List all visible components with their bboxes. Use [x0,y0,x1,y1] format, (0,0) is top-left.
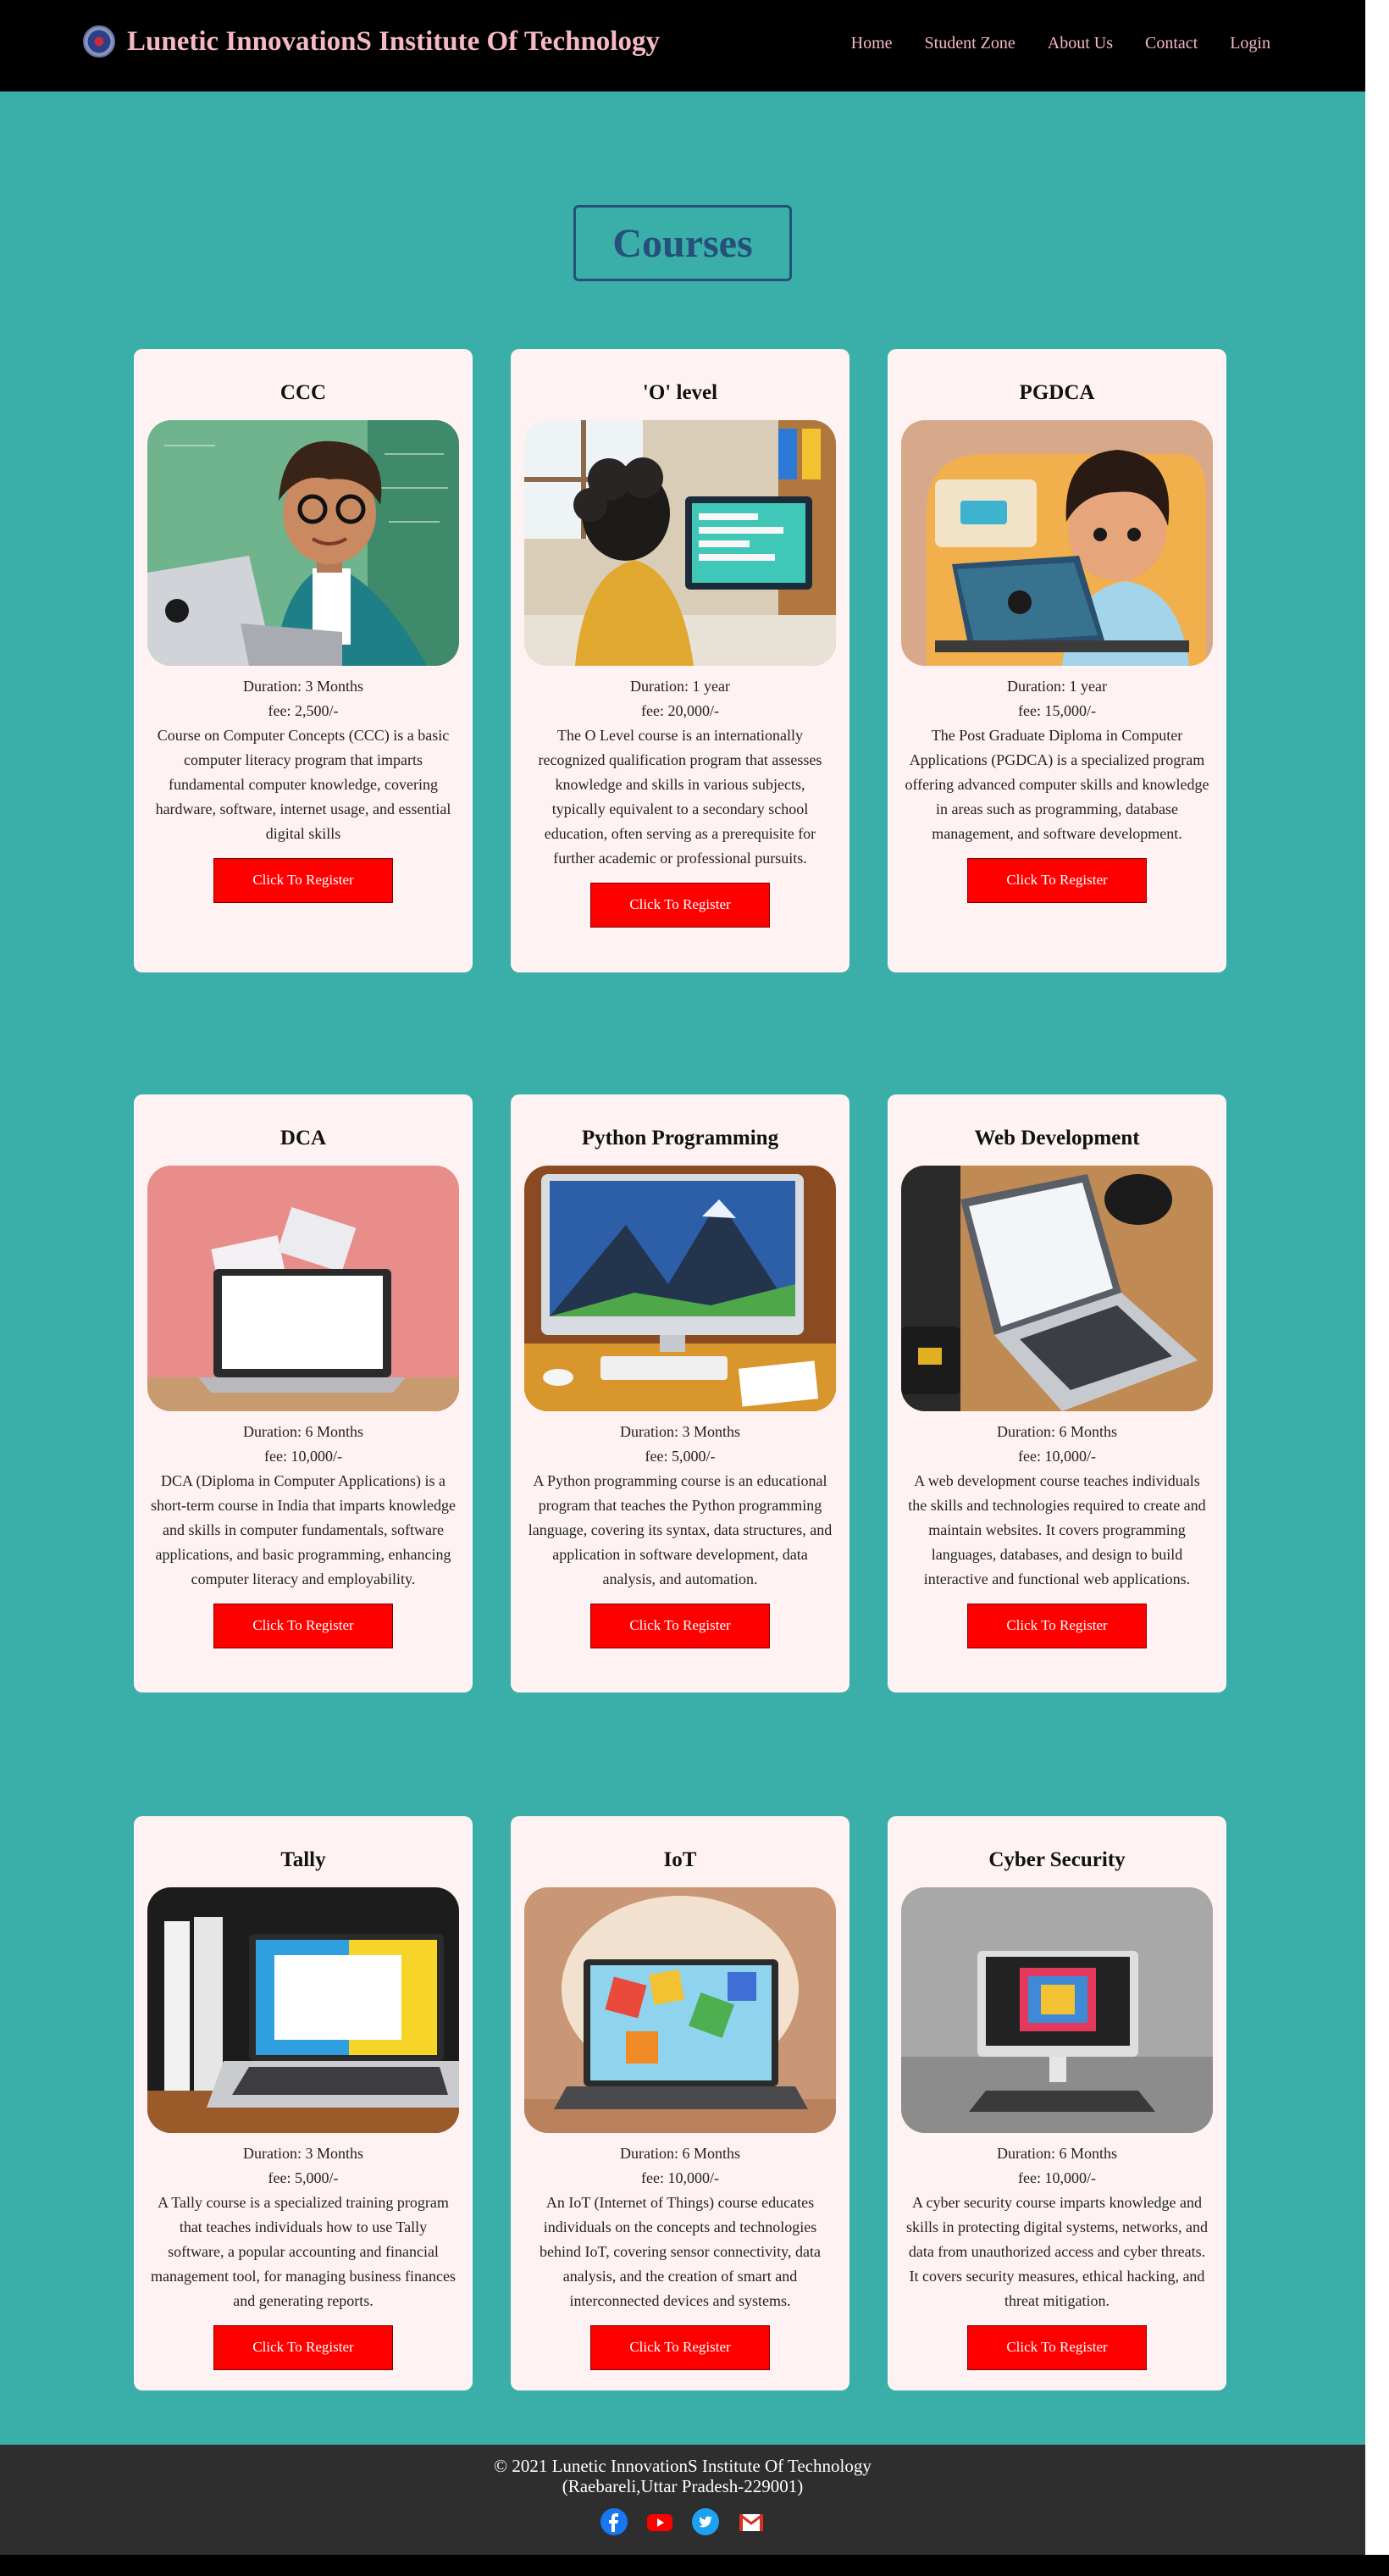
course-image [147,419,459,666]
course-duration: Duration: 6 Months [997,2144,1117,2162]
course-image [524,1886,836,2133]
brand[interactable]: Lunetic InnovationS Institute Of Technol… [83,25,660,58]
youtube-icon[interactable] [646,2508,673,2535]
boy-with-laptop-image [147,419,459,666]
course-fee: fee: 20,000/- [641,701,719,719]
course-duration: Duration: 3 Months [243,677,363,695]
course-card-tally: Tally Duration: 3 Months fee: 5,000/- A … [134,1816,473,2390]
nav-login[interactable]: Login [1230,34,1270,53]
footer-copyright: © 2021 Lunetic InnovationS Institute Of … [494,2456,872,2476]
course-image [147,1165,459,1411]
course-description: Course on Computer Concepts (CCC) is a b… [155,726,451,842]
course-card-python: Python Programming Duration: 3 Months fe… [511,1094,849,1692]
institute-logo-icon [83,25,115,58]
laptop-with-binders-image [147,1886,459,2133]
course-title: Web Development [974,1127,1140,1150]
course-card-web-development: Web Development Duration: 6 Months fee: … [888,1094,1226,1692]
nav-student-zone[interactable]: Student Zone [925,34,1015,53]
course-fee: fee: 10,000/- [264,1447,342,1465]
course-title: DCA [279,1127,327,1150]
course-card-ccc: CCC Duration: 3 Months fee: 2,500/- Cour… [134,349,473,972]
facebook-icon[interactable] [600,2508,628,2535]
course-title: Python Programming [581,1127,779,1150]
twitter-icon[interactable] [692,2508,719,2535]
course-description: A Tally course is a specialized training… [151,2193,456,2309]
course-title: IoT [663,1848,697,1871]
course-fee: fee: 5,000/- [268,2169,339,2186]
course-description: A cyber security course imparts knowledg… [906,2193,1208,2309]
course-card-o-level: 'O' level Duration: 1 year fee: 20,000/-… [511,349,849,972]
course-image [524,1165,836,1411]
course-title: CCC [279,381,327,404]
course-card-pgdca: PGDCA Duration: 1 year fee: 15,000/- The… [888,349,1226,972]
course-image [901,1886,1213,2133]
course-title: Tally [280,1848,326,1871]
course-card-iot: IoT Duration: 6 Months fee: 10,000/- An … [511,1816,849,2390]
laptop-on-desk-image [901,1165,1213,1411]
course-description: A web development course teaches individ… [908,1471,1206,1587]
course-fee: fee: 2,500/- [268,701,339,719]
course-fee: fee: 15,000/- [1018,701,1096,719]
course-image [524,419,836,666]
course-duration: Duration: 1 year [1007,677,1107,695]
course-description: The Post Graduate Diploma in Computer Ap… [905,726,1209,842]
course-duration: Duration: 6 Months [997,1422,1117,1440]
main-nav: Home Student Zone About Us Contact Login [851,34,1270,53]
course-duration: Duration: 3 Months [243,2144,363,2162]
course-description: The O Level course is an internationally… [538,726,822,867]
register-button-dca[interactable]: Click To Register [213,1603,393,1648]
register-button-python[interactable]: Click To Register [590,1603,770,1648]
course-duration: Duration: 1 year [630,677,730,695]
course-fee: fee: 10,000/- [641,2169,719,2186]
page-bottom-bar [0,2555,1389,2576]
child-at-computer-image [524,419,836,666]
register-button-pgdca[interactable]: Click To Register [967,857,1147,903]
laptop-pink-wall-image [147,1165,459,1411]
register-button-ccc[interactable]: Click To Register [213,857,393,903]
page-right-margin [1365,0,1389,2576]
course-duration: Duration: 3 Months [620,1422,740,1440]
page-background: Lunetic InnovationS Institute Of Technol… [0,0,1365,2576]
cartoon-boy-laptop-image [901,419,1213,666]
monitor-grey-room-image [901,1886,1213,2133]
footer-address: (Raebareli,Uttar Pradesh-229001) [562,2476,804,2496]
social-links [0,2508,1365,2535]
course-fee: fee: 10,000/- [1018,2169,1096,2186]
course-description: An IoT (Internet of Things) course educa… [540,2193,821,2309]
course-duration: Duration: 6 Months [620,2144,740,2162]
site-header: Lunetic InnovationS Institute Of Technol… [0,0,1365,91]
course-description: DCA (Diploma in Computer Applications) i… [151,1471,456,1587]
course-title: Cyber Security [988,1848,1126,1871]
register-button-web-development[interactable]: Click To Register [967,1603,1147,1648]
courses-heading: Courses [573,205,792,281]
course-title: PGDCA [1019,381,1095,404]
laptop-colorful-cubes-image [524,1886,836,2133]
register-button-o-level[interactable]: Click To Register [590,882,770,928]
nav-home[interactable]: Home [851,34,893,53]
course-title: 'O' level [642,381,718,404]
course-image [147,1886,459,2133]
course-fee: fee: 10,000/- [1018,1447,1096,1465]
course-duration: Duration: 6 Months [243,1422,363,1440]
course-description: A Python programming course is an educat… [528,1471,833,1587]
gmail-icon[interactable] [738,2508,765,2535]
course-card-dca: DCA Duration: 6 Months fee: 10,000/- DCA… [134,1094,473,1692]
course-image [901,1165,1213,1411]
course-image [901,419,1213,666]
course-fee: fee: 5,000/- [645,1447,716,1465]
register-button-iot[interactable]: Click To Register [590,2324,770,2370]
register-button-cyber-security[interactable]: Click To Register [967,2324,1147,2370]
nav-about-us[interactable]: About Us [1048,34,1113,53]
nav-contact[interactable]: Contact [1145,34,1198,53]
course-card-cyber-security: Cyber Security Duration: 6 Months fee: 1… [888,1816,1226,2390]
desktop-mountain-wallpaper-image [524,1165,836,1411]
site-footer: © 2021 Lunetic InnovationS Institute Of … [0,2445,1365,2555]
register-button-tally[interactable]: Click To Register [213,2324,393,2370]
brand-title: Lunetic InnovationS Institute Of Technol… [127,25,660,57]
